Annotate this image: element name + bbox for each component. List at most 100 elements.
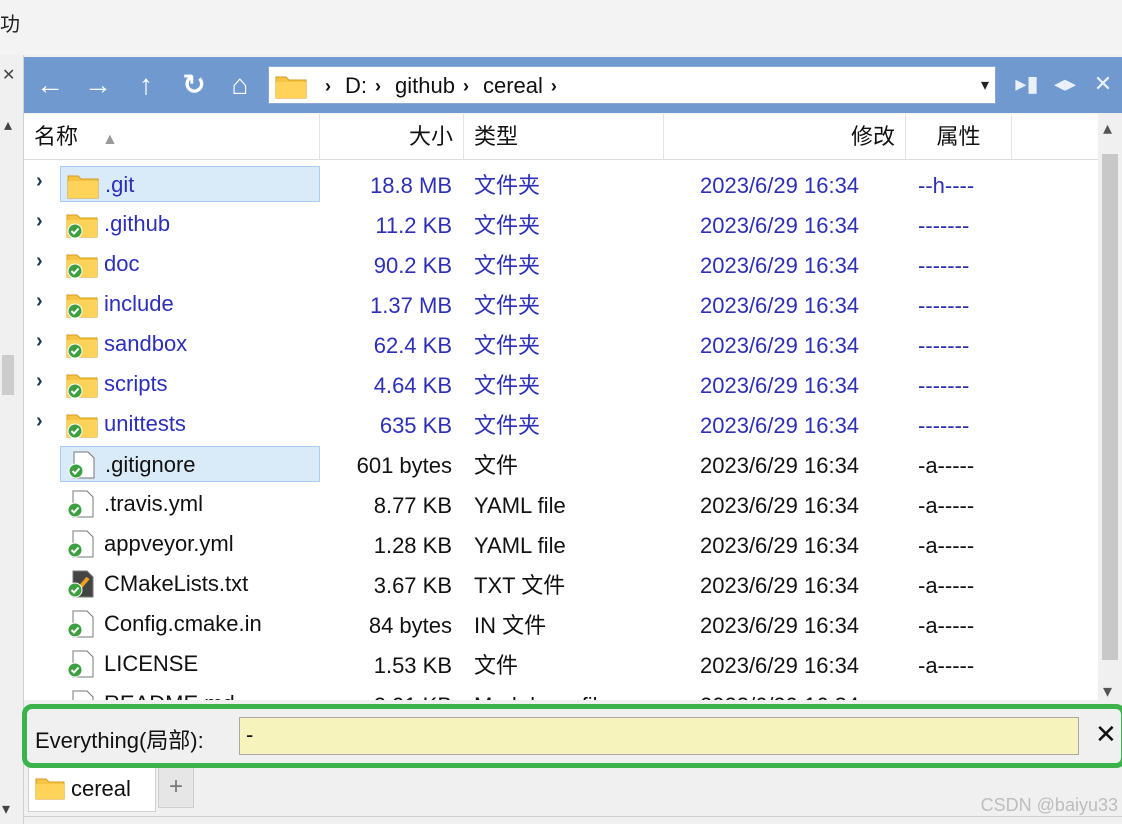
file-type: Markdown file [474, 692, 610, 700]
vertical-scrollbar[interactable]: ▴ ▾ [1098, 114, 1122, 704]
file-attributes: ------- [918, 253, 970, 278]
file-size: 1.37 MB [370, 293, 452, 318]
file-row[interactable]: .travis.yml 8.77 KB YAML file 2023/6/29 … [24, 484, 1098, 524]
tab-label: cereal [71, 776, 131, 801]
name-cell[interactable]: .travis.yml [60, 486, 320, 522]
file-modified: 2023/6/29 16:34 [700, 373, 860, 398]
close-pane-icon[interactable]: ✕ [1084, 71, 1122, 97]
expand-arrow-icon[interactable]: › [36, 290, 43, 313]
synced-file-icon [67, 451, 99, 479]
address-dropdown-icon[interactable]: ▾ [981, 75, 989, 95]
home-icon[interactable]: ⌂ [222, 67, 258, 103]
file-row[interactable]: .gitignore 601 bytes 文件 2023/6/29 16:34 … [24, 444, 1098, 484]
file-attributes: ------- [918, 293, 970, 318]
forward-arrow-icon[interactable]: → [80, 67, 116, 103]
scroll-up-icon[interactable]: ▴ [4, 115, 12, 135]
navigation-bar: ← → ↑ ↻ ⌂ › D: › github › cereal › ▾ ▸▮ ◂… [24, 57, 1122, 113]
expand-arrow-icon[interactable]: › [36, 410, 43, 433]
file-attributes: -a----- [918, 533, 975, 558]
refresh-icon[interactable]: ↻ [176, 67, 212, 103]
file-row[interactable]: › include 1.37 MB 文件夹 2023/6/29 16:34 --… [24, 284, 1098, 324]
file-row[interactable]: Config.cmake.in 84 bytes IN 文件 2023/6/29… [24, 604, 1098, 644]
file-row[interactable]: › sandbox 62.4 KB 文件夹 2023/6/29 16:34 --… [24, 324, 1098, 364]
search-input[interactable]: - [239, 717, 1079, 755]
file-row[interactable]: appveyor.yml 1.28 KB YAML file 2023/6/29… [24, 524, 1098, 564]
file-modified: 2023/6/29 16:34 [700, 692, 859, 700]
name-cell[interactable]: doc [60, 246, 320, 282]
breadcrumb-separator-icon[interactable]: › [375, 76, 381, 97]
breadcrumb: › D: › github › cereal › [317, 67, 571, 105]
swap-pane-icon[interactable]: ◂▸ [1046, 71, 1084, 97]
name-cell[interactable]: unittests [60, 406, 320, 442]
column-modified[interactable]: 修改 [664, 114, 906, 160]
breadcrumb-github[interactable]: github [395, 73, 455, 99]
column-attr[interactable]: 属性 [906, 114, 1012, 160]
file-attributes: ------- [918, 213, 970, 238]
column-size[interactable]: 大小 [320, 114, 464, 160]
file-size: 18.8 MB [370, 173, 452, 198]
synced-file-icon [66, 530, 98, 558]
file-row[interactable]: › .github 11.2 KB 文件夹 2023/6/29 16:34 --… [24, 204, 1098, 244]
collapse-icon[interactable]: ✕ [2, 65, 15, 85]
synced-file-icon [66, 610, 98, 638]
name-cell[interactable]: Config.cmake.in [60, 606, 320, 642]
file-name: LICENSE [104, 651, 199, 676]
name-cell[interactable]: appveyor.yml [60, 526, 320, 562]
name-cell[interactable]: CMakeLists.txt [60, 566, 320, 602]
name-cell[interactable]: LICENSE [60, 646, 320, 682]
next-pane-icon[interactable]: ▸▮ [1008, 71, 1046, 97]
name-cell[interactable]: README.md [60, 686, 320, 700]
file-size: 3.67 KB [373, 573, 452, 598]
back-arrow-icon[interactable]: ← [32, 67, 68, 103]
expand-arrow-icon[interactable]: › [36, 250, 43, 273]
breadcrumb-cereal[interactable]: cereal [483, 73, 543, 99]
file-row[interactable]: README.md 2.91 KB Markdown file 2023/6/2… [24, 684, 1098, 700]
column-type-label: 类型 [474, 124, 519, 149]
file-row[interactable]: › .git 18.8 MB 文件夹 2023/6/29 16:34 --h--… [24, 164, 1098, 204]
scroll-down-icon[interactable]: ▾ [1103, 681, 1112, 702]
name-cell[interactable]: .github [60, 206, 320, 242]
breadcrumb-separator-icon[interactable]: › [551, 76, 557, 97]
name-cell[interactable]: include [60, 286, 320, 322]
scroll-up-icon[interactable]: ▴ [1103, 118, 1112, 139]
scrollbar-thumb[interactable] [1102, 154, 1118, 660]
column-type[interactable]: 类型 [464, 114, 664, 160]
file-modified: 2023/6/29 16:34 [700, 413, 860, 438]
up-arrow-icon[interactable]: ↑ [128, 67, 164, 103]
file-row[interactable]: › unittests 635 KB 文件夹 2023/6/29 16:34 -… [24, 404, 1098, 444]
file-row[interactable]: LICENSE 1.53 KB 文件 2023/6/29 16:34 -a---… [24, 644, 1098, 684]
file-size: 601 bytes [356, 453, 452, 478]
file-size: 4.64 KB [373, 373, 452, 398]
name-cell[interactable]: .gitignore [60, 446, 320, 482]
tab-cereal[interactable]: cereal [28, 768, 156, 812]
top-strip: 功 [0, 0, 1122, 55]
file-row[interactable]: › scripts 4.64 KB 文件夹 2023/6/29 16:34 --… [24, 364, 1098, 404]
name-cell[interactable]: sandbox [60, 326, 320, 362]
close-icon[interactable]: ✕ [1095, 719, 1117, 750]
file-row[interactable]: CMakeLists.txt 3.67 KB TXT 文件 2023/6/29 … [24, 564, 1098, 604]
breadcrumb-separator-icon[interactable]: › [325, 76, 331, 97]
scroll-down-icon[interactable]: ▾ [2, 799, 10, 819]
expand-arrow-icon[interactable]: › [36, 370, 43, 393]
expand-arrow-icon[interactable]: › [36, 330, 43, 353]
name-cell[interactable]: scripts [60, 366, 320, 402]
everything-search-bar: Everything(局部): - ✕ [22, 704, 1122, 768]
file-modified: 2023/6/29 16:34 [700, 453, 860, 478]
address-bar[interactable]: › D: › github › cereal › ▾ [268, 66, 996, 104]
file-modified: 2023/6/29 16:34 [700, 613, 860, 638]
column-header: 名称 ▲ 大小 类型 修改 属性 [24, 114, 1098, 160]
file-row[interactable]: › doc 90.2 KB 文件夹 2023/6/29 16:34 ------… [24, 244, 1098, 284]
sort-ascending-icon: ▲ [102, 131, 118, 148]
breadcrumb-separator-icon[interactable]: › [463, 76, 469, 97]
folder-icon [275, 76, 307, 99]
file-type: 文件夹 [474, 173, 541, 198]
synced-folder-icon [66, 330, 98, 359]
name-cell[interactable]: .git [60, 166, 320, 202]
breadcrumb-drive[interactable]: D: [345, 73, 367, 99]
column-name[interactable]: 名称 ▲ [24, 114, 320, 160]
side-scrollbar-thumb[interactable] [2, 355, 14, 395]
synced-folder-icon [66, 250, 98, 279]
expand-arrow-icon[interactable]: › [36, 210, 43, 233]
add-tab-button[interactable]: + [158, 768, 194, 808]
expand-arrow-icon[interactable]: › [36, 170, 43, 193]
